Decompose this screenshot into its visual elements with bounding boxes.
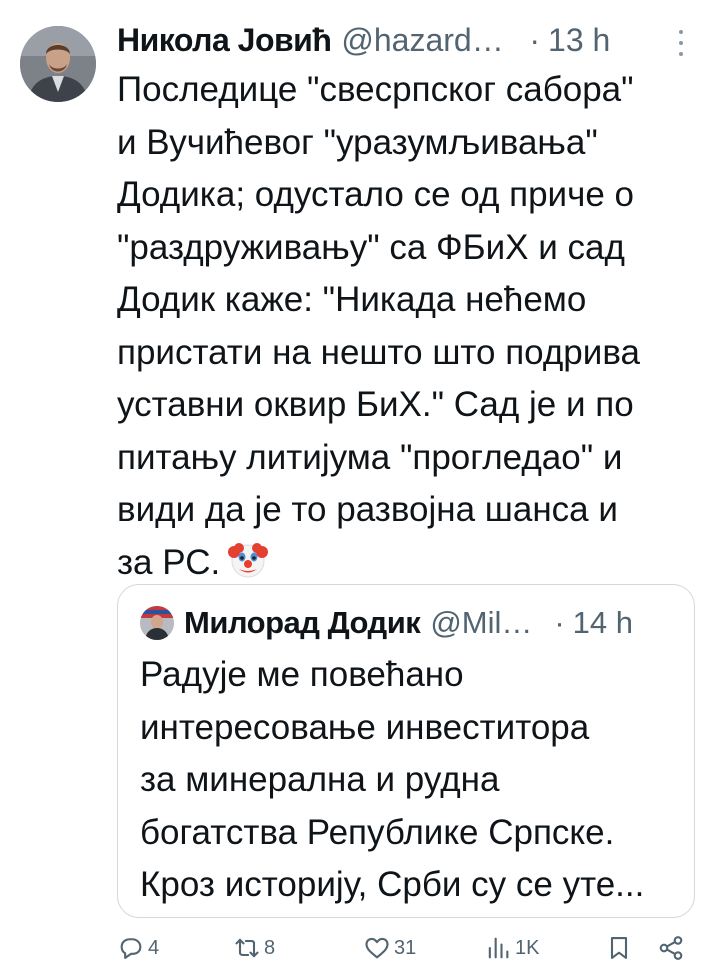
like-count: 31 — [394, 936, 417, 959]
tweet-text-line: Последице "свесрпског сабора" — [117, 70, 634, 109]
views-chart-icon — [488, 937, 509, 959]
like-button[interactable]: 31 — [363, 930, 416, 966]
author-handle[interactable]: @hazardous — [341, 22, 519, 59]
tweet-timestamp[interactable]: 13 h — [548, 22, 610, 59]
tweet-text-line: пристати на нешто што подрива — [117, 332, 640, 372]
author-name[interactable]: Никола Јовић — [117, 22, 332, 59]
bookmark-button[interactable] — [605, 930, 633, 966]
tweet-text-line: за РС. — [117, 542, 221, 582]
quoted-tweet-text: Радује ме повећано интересовање инвестит… — [140, 649, 680, 912]
repost-icon — [235, 938, 259, 958]
quoted-text-line: интересовање инвеститора — [140, 707, 590, 747]
views-count: 1K — [515, 936, 540, 959]
heart-icon — [365, 937, 389, 959]
reply-count: 4 — [148, 936, 160, 959]
tweet-header: Никола Јовић @hazardous · 13 h — [117, 18, 690, 62]
tweet-text-line: уставни оквир БиХ." Сад је и по — [117, 385, 634, 424]
repost-count: 8 — [264, 936, 276, 959]
quoted-text-line: за минерална и рудна — [140, 760, 500, 799]
quoted-author-name[interactable]: Милорад Додик — [184, 605, 421, 641]
quoted-text-line: Кроз историју, Срби су се уте... — [140, 865, 645, 904]
quoted-author-avatar[interactable] — [140, 606, 174, 640]
tweet-text-line: Додик каже: "Никада нећемо — [117, 280, 587, 319]
quoted-author-handle[interactable]: @MiloradDodik — [430, 605, 540, 641]
share-icon — [659, 936, 683, 960]
author-avatar[interactable] — [20, 26, 96, 102]
tweet-text-line: Додика; одустало се од приче о — [117, 175, 634, 214]
more-icon[interactable] — [672, 30, 690, 56]
tweet-text-line: види да је то развојна шанса и — [117, 490, 618, 529]
bookmark-icon — [610, 937, 628, 959]
reply-button[interactable]: 4 — [117, 930, 159, 966]
tweet-text: Последице "свесрпског сабора" и Вучићево… — [117, 64, 702, 589]
repost-button[interactable]: 8 — [233, 930, 275, 966]
reply-icon — [120, 938, 142, 959]
clown-face-emoji — [228, 542, 269, 577]
quoted-tweet-timestamp[interactable]: 14 h — [573, 605, 633, 641]
tweet-text-line: питању литијума "прогледао" и — [117, 437, 623, 477]
share-button[interactable] — [657, 930, 685, 966]
tweet-text-line: "раздруживању" са ФБиХ и сад — [117, 227, 625, 267]
quoted-text-line: Радује ме повећано — [140, 655, 464, 694]
tweet-action-bar: 4 8 31 1K — [117, 930, 698, 966]
quoted-text-line: богатства Републике Српске. — [140, 812, 615, 852]
quoted-tweet-header: Милорад Додик @MiloradDodik · 14 h — [140, 603, 672, 643]
separator-dot: · — [529, 21, 541, 58]
separator-dot: · — [554, 605, 565, 640]
quoted-tweet[interactable]: Милорад Додик @MiloradDodik · 14 h Радуј… — [117, 584, 695, 918]
tweet-text-line: и Вучићевог "уразумљивања" — [117, 122, 598, 162]
views-button[interactable]: 1K — [484, 930, 539, 966]
tweet-text-last-line: за РС. — [117, 537, 702, 590]
